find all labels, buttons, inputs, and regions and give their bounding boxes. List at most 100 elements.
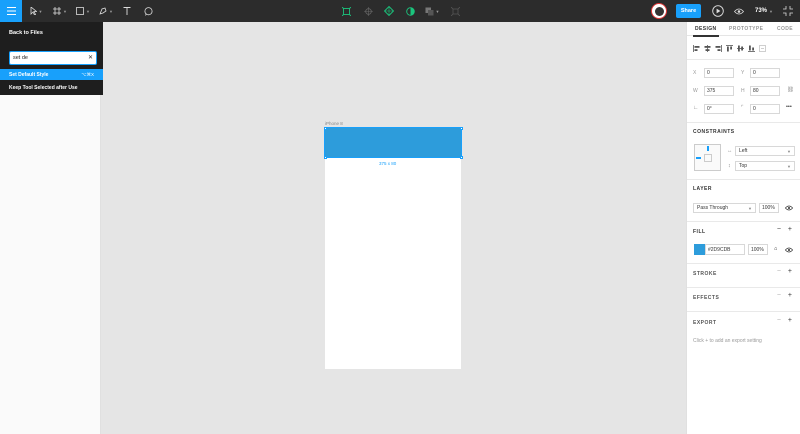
- remove-stroke-button[interactable]: −: [777, 268, 781, 275]
- chevron-down-icon: ▼: [63, 8, 67, 14]
- divider: [687, 287, 800, 288]
- divider: [687, 59, 800, 60]
- resize-handle-bl[interactable]: [323, 155, 327, 159]
- height-input[interactable]: 80: [750, 86, 780, 96]
- shape-tool-button[interactable]: ▼: [74, 0, 92, 22]
- x-input[interactable]: 0: [704, 68, 734, 78]
- align-top-icon[interactable]: [726, 44, 733, 52]
- create-component-button[interactable]: [340, 0, 352, 22]
- boolean-union-icon: [425, 7, 434, 16]
- x-label: X: [693, 70, 697, 76]
- tab-design[interactable]: DESIGN: [695, 22, 717, 36]
- constraints-widget[interactable]: [694, 144, 721, 171]
- effects-title: EFFECTS: [693, 295, 720, 301]
- component-diamond-icon: [384, 6, 394, 16]
- text-tool-button[interactable]: [121, 0, 133, 22]
- horizontal-constraint-select[interactable]: Left ▼: [735, 146, 795, 156]
- main-menu-button[interactable]: [0, 0, 22, 22]
- align-middle-icon[interactable]: [737, 45, 744, 52]
- resize-handle-br[interactable]: [459, 155, 463, 159]
- toolbar: ▼ ▼ ▼ ▼ ▼ Share 73% ▼: [0, 0, 800, 22]
- add-effect-button[interactable]: +: [788, 292, 792, 299]
- remove-export-button[interactable]: −: [777, 317, 781, 324]
- distribute-icon[interactable]: [759, 44, 766, 52]
- menu-item-set-default-style[interactable]: Set Default Style ⌥⌘X: [0, 69, 103, 80]
- y-input[interactable]: 0: [750, 68, 780, 78]
- align-bottom-icon[interactable]: [748, 45, 755, 52]
- resize-handle-tr[interactable]: [459, 126, 463, 130]
- alignment-toolbar: [693, 42, 766, 54]
- eye-icon: [734, 8, 744, 15]
- layer-title: LAYER: [693, 186, 712, 192]
- move-tool-button[interactable]: ▼: [27, 0, 45, 22]
- constraint-left-line[interactable]: [696, 157, 701, 159]
- fill-color-swatch[interactable]: [694, 244, 705, 255]
- frame-tool-button[interactable]: ▼: [51, 0, 69, 22]
- add-stroke-button[interactable]: +: [788, 268, 792, 275]
- avatar-image: [654, 6, 664, 16]
- resize-handle-tl[interactable]: [323, 126, 327, 130]
- vertical-constraint-icon: ↕: [728, 163, 731, 169]
- add-export-button[interactable]: +: [788, 317, 792, 324]
- tab-code[interactable]: CODE: [777, 22, 793, 36]
- component-button[interactable]: [383, 0, 395, 22]
- back-to-files-link[interactable]: Back to Files: [9, 30, 43, 36]
- pen-tool-button[interactable]: ▼: [97, 0, 115, 22]
- more-options-icon[interactable]: •••: [786, 104, 792, 110]
- comment-bubble-icon: [144, 6, 153, 16]
- y-label: Y: [741, 70, 745, 76]
- select-value: Pass Through: [697, 205, 729, 211]
- constrain-proportions-icon[interactable]: ⛓: [787, 87, 794, 93]
- align-right-icon[interactable]: [715, 44, 722, 52]
- crop-icon: [450, 6, 460, 16]
- reset-instance-button[interactable]: [362, 0, 374, 22]
- fill-hex-input[interactable]: #2D9CDB: [705, 244, 745, 255]
- align-center-icon[interactable]: [704, 44, 711, 52]
- boolean-ops-button[interactable]: ▼: [424, 0, 440, 22]
- mask-button[interactable]: [404, 0, 416, 22]
- add-fill-button[interactable]: +: [788, 226, 792, 233]
- eye-icon[interactable]: [784, 247, 794, 255]
- radius-input[interactable]: 0: [750, 104, 780, 114]
- pen-icon: [99, 7, 107, 15]
- export-hint: Click + to add an export setting: [693, 338, 762, 344]
- rotation-icon: ∟: [693, 105, 699, 111]
- corner-radius-icon: ⌜: [741, 105, 744, 111]
- rotation-input[interactable]: 0°: [704, 104, 734, 114]
- share-button[interactable]: Share: [676, 4, 701, 18]
- constraint-top-line[interactable]: [707, 146, 709, 151]
- stroke-title: STROKE: [693, 271, 717, 277]
- h-label: H: [741, 88, 745, 94]
- fill-opacity-input[interactable]: 100%: [748, 244, 768, 255]
- comment-tool-button[interactable]: [142, 0, 154, 22]
- user-avatar[interactable]: [651, 3, 667, 19]
- view-settings-button[interactable]: [733, 0, 745, 22]
- clear-search-icon[interactable]: ✕: [88, 54, 93, 61]
- canvas[interactable]: iPhone 8 375 x 80: [101, 22, 686, 434]
- zoom-dropdown[interactable]: 73% ▼: [755, 0, 773, 22]
- remove-fill-button[interactable]: −: [777, 226, 781, 233]
- crop-button[interactable]: [449, 0, 461, 22]
- present-button[interactable]: [710, 0, 726, 22]
- select-value: Top: [739, 163, 748, 169]
- selected-rectangle[interactable]: [324, 127, 462, 158]
- frame-name-label[interactable]: iPhone 8: [325, 121, 343, 126]
- dimension-label: 375 x 80: [379, 161, 397, 166]
- width-input[interactable]: 375: [704, 86, 734, 96]
- tab-prototype[interactable]: PROTOTYPE: [729, 22, 763, 36]
- remove-effect-button[interactable]: −: [777, 292, 781, 299]
- menu-search-input[interactable]: set de ✕: [9, 51, 97, 65]
- blend-mode-select[interactable]: Pass Through ▼: [693, 203, 756, 213]
- style-icon[interactable]: ⌂: [774, 246, 777, 252]
- vertical-constraint-select[interactable]: Top ▼: [735, 161, 795, 171]
- cursor-arrow-icon: [30, 7, 37, 15]
- layer-opacity-input[interactable]: 100%: [759, 203, 779, 213]
- eye-icon[interactable]: [784, 205, 794, 213]
- w-label: W: [693, 88, 698, 94]
- menu-search-value: set de: [13, 55, 28, 61]
- chevron-down-icon: ▼: [769, 8, 773, 14]
- align-left-icon[interactable]: [693, 44, 700, 52]
- menu-item-keep-tool-selected[interactable]: Keep Tool Selected after Use: [0, 82, 103, 93]
- expand-button[interactable]: [781, 0, 795, 22]
- divider: [687, 311, 800, 312]
